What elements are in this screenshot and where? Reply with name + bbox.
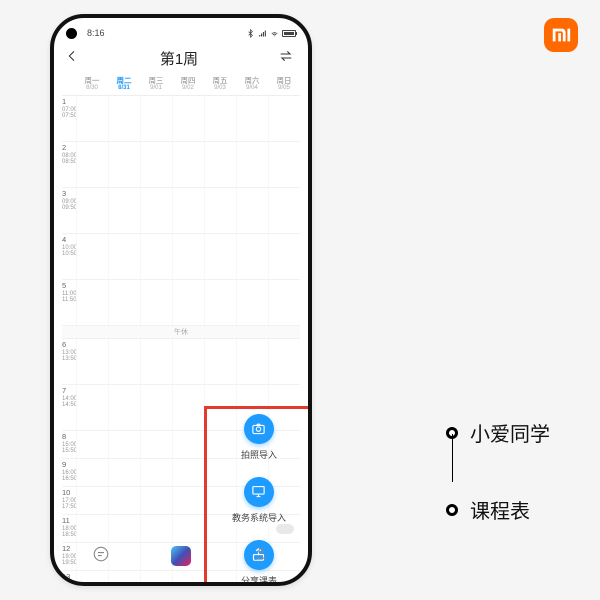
- day-header[interactable]: 周五9/03: [204, 75, 236, 95]
- back-button[interactable]: [64, 48, 80, 69]
- wifi-icon: [270, 29, 279, 38]
- action-camera[interactable]: 拍照导入: [241, 414, 277, 461]
- bluetooth-icon: [246, 29, 255, 38]
- monitor-icon[interactable]: [244, 477, 274, 507]
- action-label: 分享课表: [241, 574, 277, 586]
- floating-indicator[interactable]: [276, 524, 294, 534]
- period-row: 511:0011:50: [62, 280, 300, 326]
- side-labels: 小爱同学 课程表: [446, 418, 550, 524]
- label-dot: [446, 504, 458, 516]
- day-header[interactable]: 周日9/05: [268, 75, 300, 95]
- page-title: 第1周: [160, 48, 198, 69]
- period-row: 613:0013:50: [62, 339, 300, 385]
- nav-chat[interactable]: [92, 545, 110, 568]
- period-row: 410:0010:50: [62, 234, 300, 280]
- app-header: 第1周: [62, 42, 300, 75]
- status-bar: 8:16: [62, 24, 300, 42]
- period-row: 107:0007:50: [62, 96, 300, 142]
- action-label: 教务系统导入: [232, 511, 286, 524]
- weekday-row: 周一8/30周二8/31周三9/01周四9/02周五9/03周六9/04周日9/…: [62, 75, 300, 96]
- status-time: 8:16: [87, 28, 105, 38]
- nav-profile[interactable]: [252, 545, 270, 568]
- action-monitor[interactable]: 教务系统导入: [232, 477, 286, 524]
- battery-icon: [282, 30, 296, 37]
- signal-icon: [258, 29, 267, 38]
- bottom-nav: [62, 540, 300, 572]
- nav-timetable[interactable]: [171, 546, 191, 566]
- swap-button[interactable]: [278, 48, 294, 69]
- mi-logo: [544, 18, 578, 52]
- day-header[interactable]: 周一8/30: [76, 75, 108, 95]
- day-header[interactable]: 周三9/01: [140, 75, 172, 95]
- phone-frame: 8:16 第1周 周一8/30周二8/31周三9/01周四9/02周五9/03周…: [50, 14, 312, 586]
- noon-divider: 午休: [62, 326, 300, 339]
- camera-icon[interactable]: [244, 414, 274, 444]
- camera-hole: [66, 28, 77, 39]
- period-row: 309:0009:50: [62, 188, 300, 234]
- action-label: 拍照导入: [241, 448, 277, 461]
- day-header[interactable]: 周六9/04: [236, 75, 268, 95]
- label-connector: [452, 434, 453, 482]
- label-xiaoai: 小爱同学: [470, 418, 550, 447]
- period-row: 208:0008:50: [62, 142, 300, 188]
- schedule-grid[interactable]: 107:0007:50208:0008:50309:0009:50410:001…: [62, 96, 300, 566]
- label-timetable: 课程表: [470, 495, 530, 524]
- day-header[interactable]: 周二8/31: [108, 75, 140, 95]
- day-header[interactable]: 周四9/02: [172, 75, 204, 95]
